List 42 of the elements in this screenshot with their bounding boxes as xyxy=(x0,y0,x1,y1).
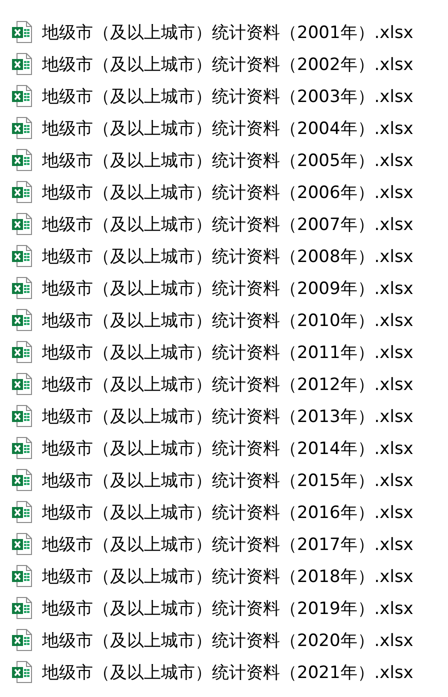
spreadsheet-file-icon xyxy=(12,309,32,331)
file-name[interactable]: 地级市（及以上城市）统计资料（2002年）.xlsx xyxy=(42,52,414,76)
spreadsheet-file-icon xyxy=(12,21,32,43)
spreadsheet-file-icon xyxy=(12,117,32,139)
file-name[interactable]: 地级市（及以上城市）统计资料（2009年）.xlsx xyxy=(42,276,414,300)
file-name[interactable]: 地级市（及以上城市）统计资料（2006年）.xlsx xyxy=(42,180,414,204)
spreadsheet-file-icon xyxy=(12,469,32,491)
spreadsheet-file-icon xyxy=(12,597,32,619)
spreadsheet-file-icon xyxy=(12,565,32,587)
spreadsheet-file-icon xyxy=(12,661,32,683)
file-name[interactable]: 地级市（及以上城市）统计资料（2011年）.xlsx xyxy=(42,340,414,364)
file-name[interactable]: 地级市（及以上城市）统计资料（2003年）.xlsx xyxy=(42,84,414,108)
file-name[interactable]: 地级市（及以上城市）统计资料（2014年）.xlsx xyxy=(42,436,414,460)
spreadsheet-file-icon xyxy=(12,437,32,459)
spreadsheet-file-icon xyxy=(12,85,32,107)
file-name[interactable]: 地级市（及以上城市）统计资料（2020年）.xlsx xyxy=(42,628,414,652)
spreadsheet-file-icon xyxy=(12,245,32,267)
spreadsheet-file-icon xyxy=(12,405,32,427)
spreadsheet-file-icon xyxy=(12,213,32,235)
file-name[interactable]: 地级市（及以上城市）统计资料（2012年）.xlsx xyxy=(42,372,414,396)
spreadsheet-file-icon xyxy=(12,373,32,395)
spreadsheet-file-icon xyxy=(12,53,32,75)
file-name[interactable]: 地级市（及以上城市）统计资料（2013年）.xlsx xyxy=(42,404,414,428)
file-name[interactable]: 地级市（及以上城市）统计资料（2008年）.xlsx xyxy=(42,244,414,268)
file-name[interactable]: 地级市（及以上城市）统计资料（2018年）.xlsx xyxy=(42,564,414,588)
spreadsheet-file-icon xyxy=(12,629,32,651)
file-name[interactable]: 地级市（及以上城市）统计资料（2001年）.xlsx xyxy=(42,20,414,44)
spreadsheet-file-icon xyxy=(12,501,32,523)
file-name[interactable]: 地级市（及以上城市）统计资料（2017年）.xlsx xyxy=(42,532,414,556)
spreadsheet-file-icon xyxy=(12,341,32,363)
file-name[interactable]: 地级市（及以上城市）统计资料（2015年）.xlsx xyxy=(42,468,414,492)
spreadsheet-file-icon xyxy=(12,533,32,555)
file-name[interactable]: 地级市（及以上城市）统计资料（2021年）.xlsx xyxy=(42,660,414,684)
file-name[interactable]: 地级市（及以上城市）统计资料（2007年）.xlsx xyxy=(42,212,414,236)
spreadsheet-file-icon xyxy=(12,277,32,299)
file-name[interactable]: 地级市（及以上城市）统计资料（2016年）.xlsx xyxy=(42,500,414,524)
spreadsheet-file-icon xyxy=(12,149,32,171)
spreadsheet-file-icon xyxy=(12,181,32,203)
file-name[interactable]: 地级市（及以上城市）统计资料（2019年）.xlsx xyxy=(42,596,414,620)
file-name[interactable]: 地级市（及以上城市）统计资料（2004年）.xlsx xyxy=(42,116,414,140)
file-name[interactable]: 地级市（及以上城市）统计资料（2005年）.xlsx xyxy=(42,148,414,172)
file-name[interactable]: 地级市（及以上城市）统计资料（2010年）.xlsx xyxy=(42,308,414,332)
